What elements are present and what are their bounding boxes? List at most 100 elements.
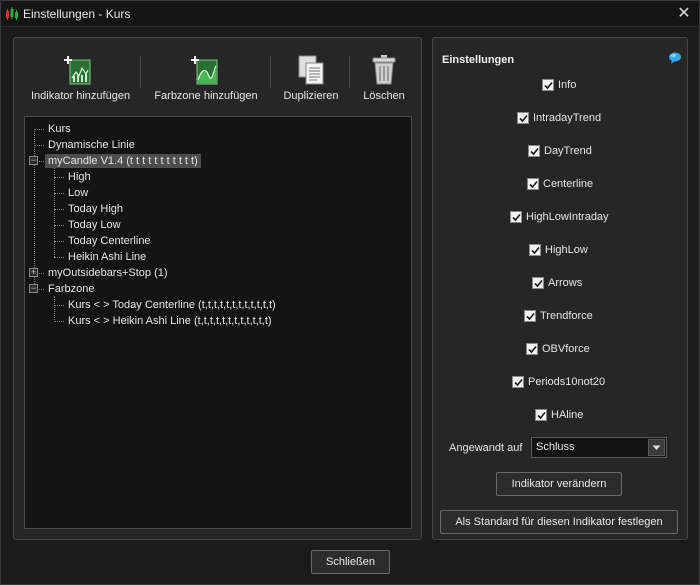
candlestick-app-icon (6, 7, 18, 20)
tree-connector (54, 305, 64, 306)
checkbox-highlow[interactable]: HighLow (529, 243, 588, 257)
tree-connector (54, 257, 64, 258)
toolbar-separator (349, 56, 350, 88)
checkmark-icon (544, 81, 553, 90)
checkmark-icon (514, 378, 523, 387)
checkbox-box[interactable] (517, 112, 529, 124)
tree-item-myoutsidebars[interactable]: myOutsidebars+Stop (1) (48, 266, 168, 280)
add-indicator-label: Indikator hinzufügen (31, 90, 131, 102)
checkbox-trendforce[interactable]: Trendforce (524, 309, 593, 323)
checkbox-obvforce[interactable]: OBVforce (526, 342, 590, 356)
tree-connector (34, 129, 35, 288)
checkbox-haline[interactable]: HAline (535, 408, 583, 422)
close-icon[interactable]: ✕ (675, 5, 693, 23)
tree-connector (54, 241, 64, 242)
checkbox-box[interactable] (526, 343, 538, 355)
title-bar[interactable]: Einstellungen - Kurs ✕ (1, 1, 699, 27)
info-bubble-icon[interactable] (668, 52, 682, 64)
duplicate-icon (298, 55, 324, 85)
tree-item-zone-heikin-ashi[interactable]: Kurs < > Heikin Ashi Line (t,t,t,t,t,t,t… (68, 314, 272, 328)
delete-button[interactable]: Löschen (358, 54, 410, 102)
checkmark-icon (528, 345, 537, 354)
tree-item-today-centerline[interactable]: Today Centerline (68, 234, 151, 248)
tree-connector (39, 161, 44, 162)
tree-connector (54, 321, 64, 322)
checkbox-box[interactable] (532, 277, 544, 289)
checkbox-daytrend[interactable]: DayTrend (528, 144, 592, 158)
applied-to-select[interactable]: Schluss (531, 437, 667, 458)
collapse-toggle[interactable]: − (29, 284, 38, 293)
checkbox-box[interactable] (524, 310, 536, 322)
checkbox-box[interactable] (527, 178, 539, 190)
dropdown-button[interactable] (648, 439, 665, 456)
checkbox-periods10not20[interactable]: Periods10not20 (512, 375, 605, 389)
set-default-button[interactable]: Als Standard für diesen Indikator festle… (440, 510, 678, 534)
checkbox-info[interactable]: Info (542, 78, 576, 92)
checkmark-icon (526, 312, 535, 321)
tree-connector (54, 177, 64, 178)
checkbox-box[interactable] (535, 409, 547, 421)
toolbar-separator (270, 56, 271, 88)
checkmark-icon (534, 279, 543, 288)
add-colorzone-icon (191, 56, 218, 85)
checkbox-centerline[interactable]: Centerline (527, 177, 593, 191)
add-indicator-button[interactable]: Indikator hinzufügen (31, 54, 131, 102)
checkbox-label: Centerline (543, 178, 594, 190)
tree-connector (34, 129, 44, 130)
checkmark-icon (537, 411, 546, 420)
chevron-down-icon (652, 445, 661, 450)
checkbox-label: OBVforce (542, 343, 590, 355)
expand-toggle[interactable]: + (29, 268, 38, 277)
checkbox-label: HighLowIntraday (526, 211, 609, 223)
checkbox-box[interactable] (510, 211, 522, 223)
settings-title: Einstellungen (442, 54, 515, 66)
tree-item-heikin-ashi-line[interactable]: Heikin Ashi Line (68, 250, 146, 264)
checkbox-box[interactable] (542, 79, 554, 91)
close-dialog-button[interactable]: Schließen (311, 550, 390, 574)
settings-panel: Einstellungen Info IntradayTrend DayTren… (432, 37, 688, 540)
duplicate-label: Duplizieren (283, 90, 339, 102)
indicator-tree[interactable]: − + − Kurs Dynamische Linie myCandle V1.… (24, 116, 412, 529)
add-colorzone-label: Farbzone hinzufügen (154, 90, 258, 102)
window-title: Einstellungen - Kurs (23, 7, 131, 21)
checkbox-box[interactable] (529, 244, 541, 256)
tree-item-dynamic-line[interactable]: Dynamische Linie (48, 138, 135, 152)
tree-connector (39, 273, 44, 274)
checkbox-arrows[interactable]: Arrows (532, 276, 582, 290)
checkbox-box[interactable] (512, 376, 524, 388)
tree-item-zone-centerline[interactable]: Kurs < > Today Centerline (t,t,t,t,t,t,t… (68, 298, 276, 312)
tree-item-mycandle[interactable]: myCandle V1.4 (t t t t t t t t t t t) (45, 154, 201, 168)
checkmark-icon (519, 114, 528, 123)
checkmark-icon (512, 213, 521, 222)
tree-item-today-low[interactable]: Today Low (68, 218, 121, 232)
duplicate-button[interactable]: Duplizieren (280, 54, 342, 102)
checkbox-label: Trendforce (540, 310, 593, 322)
checkmark-icon (529, 180, 538, 189)
checkbox-label: Periods10not20 (528, 376, 606, 388)
tree-connector (54, 193, 64, 194)
settings-window: Einstellungen - Kurs ✕ Indikator hinzufü… (0, 0, 700, 585)
indicator-panel: Indikator hinzufügen Farbzone hinzufügen (13, 37, 422, 540)
tree-item-today-high[interactable]: Today High (68, 202, 123, 216)
checkmark-icon (531, 246, 540, 255)
change-indicator-button[interactable]: Indikator verändern (496, 472, 622, 496)
toolbar: Indikator hinzufügen Farbzone hinzufügen (14, 38, 421, 110)
checkbox-highlowintraday[interactable]: HighLowIntraday (510, 210, 609, 224)
tree-item-farbzone[interactable]: Farbzone (48, 282, 94, 296)
delete-label: Löschen (363, 90, 405, 102)
tree-connector (54, 296, 55, 322)
collapse-toggle[interactable]: − (29, 156, 38, 165)
checkbox-label: IntradayTrend (533, 112, 602, 124)
tree-item-high[interactable]: High (68, 170, 91, 184)
tree-connector (34, 145, 44, 146)
add-colorzone-button[interactable]: Farbzone hinzufügen (153, 54, 259, 102)
toolbar-separator (140, 56, 141, 88)
checkbox-intradaytrend[interactable]: IntradayTrend (517, 111, 601, 125)
checkbox-box[interactable] (528, 145, 540, 157)
tree-item-low[interactable]: Low (68, 186, 88, 200)
checkbox-label: DayTrend (544, 145, 592, 157)
tree-connector (54, 209, 64, 210)
applied-to-value: Schluss (536, 441, 575, 453)
tree-item-kurs[interactable]: Kurs (48, 122, 71, 136)
tree-connector (39, 289, 44, 290)
